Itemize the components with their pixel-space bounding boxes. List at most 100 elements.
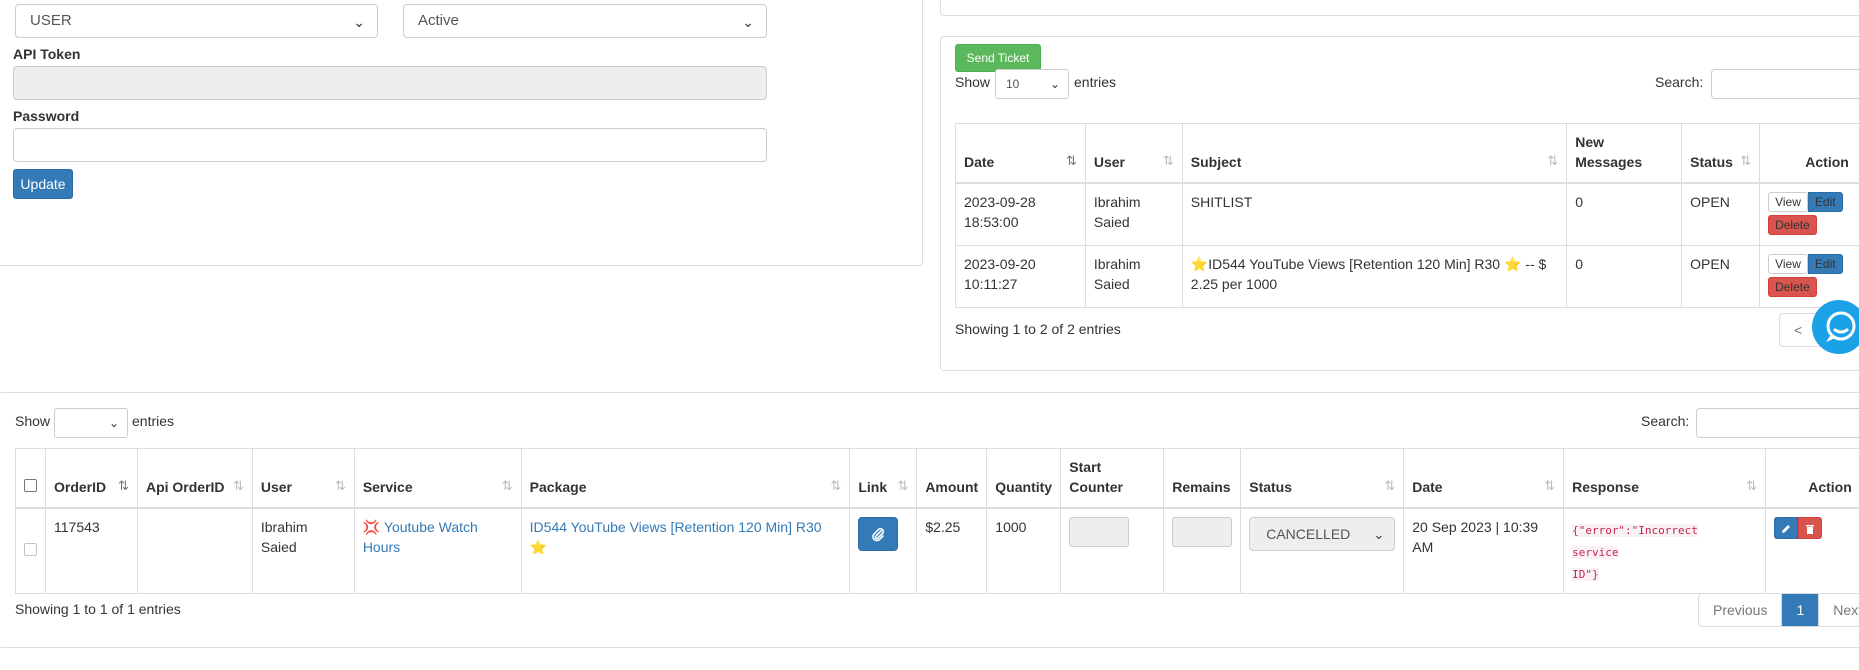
delete-button[interactable]: Delete	[1768, 215, 1817, 235]
entries-label: entries	[1074, 74, 1117, 90]
api-token-input[interactable]	[13, 66, 767, 100]
ticket-user: Ibrahim Saied	[1084, 244, 1183, 308]
order-quantity: 1000	[986, 507, 1062, 594]
api-order-id	[136, 507, 253, 594]
response-line: ID"}	[1572, 568, 1599, 581]
order-status-value: CANCELLED	[1266, 526, 1351, 542]
col-user[interactable]: User ⇅	[1084, 123, 1183, 184]
orders-page-1[interactable]: 1	[1782, 594, 1820, 626]
orders-panel: Show ⌄ entries Search: OrderID ⇅ Api Orde…	[0, 392, 1859, 648]
entries-label: entries	[132, 413, 175, 429]
api-token-label: API Token	[13, 46, 81, 62]
status-select[interactable]: Active ⌄	[403, 4, 767, 38]
paperclip-icon	[872, 528, 885, 542]
ticket-new-messages: 0	[1566, 244, 1683, 308]
pencil-icon	[1781, 525, 1790, 533]
select-all-checkbox[interactable]	[24, 479, 37, 492]
role-select[interactable]: USER ⌄	[15, 4, 378, 38]
top-right-panel-edge	[940, 0, 1859, 16]
status-select-value: Active	[418, 12, 459, 29]
sort-icon: ⇅	[1384, 478, 1396, 493]
order-status-cell: CANCELLED ⌄	[1240, 507, 1405, 594]
col-status[interactable]: Status ⇅	[1240, 448, 1405, 509]
tickets-search-label: Search:	[1655, 74, 1704, 90]
order-user: Ibrahim Saied	[251, 507, 355, 594]
col-date[interactable]: Date ⇅	[955, 123, 1086, 184]
delete-button[interactable]: Delete	[1768, 276, 1817, 297]
order-package: ID544 YouTube Views [Retention 120 Min] …	[520, 507, 851, 594]
send-ticket-button[interactable]: Send Ticket	[955, 44, 1041, 72]
chat-widget-button[interactable]	[1812, 300, 1859, 354]
chevron-down-icon: ⌄	[742, 14, 754, 30]
row-select-cell	[15, 507, 46, 594]
orders-prev-button[interactable]: Previous	[1699, 594, 1783, 626]
tickets-search-input[interactable]	[1711, 69, 1859, 99]
col-select-all	[15, 448, 46, 509]
edit-button[interactable]: Edit	[1807, 253, 1843, 274]
service-link[interactable]: Youtube Watch Hours	[363, 519, 478, 555]
col-date[interactable]: Date ⇅	[1403, 448, 1565, 509]
remains-input[interactable]	[1172, 517, 1233, 547]
ticket-subject: ⭐ID544 YouTube Views [Retention 120 Min]…	[1181, 244, 1568, 308]
order-date: 20 Sep 2023 | 10:39 AM	[1403, 507, 1565, 594]
order-status-select[interactable]: CANCELLED ⌄	[1249, 517, 1396, 551]
col-status[interactable]: Status ⇅	[1681, 123, 1761, 184]
edit-order-button[interactable]	[1773, 517, 1798, 539]
edit-button[interactable]: Edit	[1807, 192, 1843, 212]
col-response[interactable]: Response ⇅	[1563, 448, 1766, 509]
start-counter-input[interactable]	[1069, 517, 1130, 547]
tickets-prev-button[interactable]: <	[1780, 314, 1816, 346]
update-button[interactable]: Update	[13, 169, 73, 199]
ticket-actions: View Edit Delete	[1759, 244, 1859, 308]
col-orderid[interactable]: OrderID ⇅	[45, 448, 138, 509]
col-service[interactable]: Service ⇅	[353, 448, 522, 509]
anger-icon: 💢	[362, 519, 381, 535]
ticket-subject: SHITLIST	[1181, 182, 1568, 246]
sort-icon: ⇅	[1544, 478, 1556, 493]
col-remains[interactable]: Remains	[1163, 448, 1242, 509]
ticket-date: 2023-09-28 18:53:00	[955, 182, 1086, 246]
order-id: 117543	[45, 507, 138, 594]
show-label: Show	[15, 413, 51, 429]
orders-search-label: Search:	[1641, 413, 1690, 429]
view-button[interactable]: View	[1768, 192, 1808, 212]
password-input[interactable]	[13, 128, 767, 162]
star-icon: ⭐	[529, 539, 548, 555]
response-line: service	[1572, 546, 1619, 559]
row-checkbox[interactable]	[24, 543, 37, 556]
tickets-info: Showing 1 to 2 of 2 entries	[955, 321, 1121, 337]
tickets-length-select[interactable]: 10 ⌄	[995, 69, 1069, 99]
view-button[interactable]: View	[1768, 253, 1808, 274]
col-api-orderid[interactable]: Api OrderID ⇅	[136, 448, 253, 509]
orders-next-button[interactable]: Next	[1819, 594, 1859, 626]
package-link[interactable]: ID544 YouTube Views [Retention 120 Min] …	[530, 519, 822, 535]
col-action: Action	[1764, 448, 1859, 509]
ticket-status: OPEN	[1681, 182, 1761, 246]
tickets-panel: Send Ticket Show 10 ⌄ entries Search: Da…	[940, 36, 1859, 371]
ticket-user: Ibrahim Saied	[1084, 182, 1183, 246]
table-row: 2023-09-20 10:11:27 Ibrahim Saied ⭐ID544…	[955, 244, 1859, 308]
order-amount: $2.25	[916, 507, 988, 594]
col-quantity[interactable]: Quantity	[986, 448, 1062, 509]
sort-icon: ⇅	[830, 478, 842, 493]
orders-search-input[interactable]	[1696, 408, 1859, 438]
order-link-cell	[849, 507, 918, 594]
show-label: Show	[955, 74, 991, 90]
col-subject[interactable]: Subject ⇅	[1181, 123, 1568, 184]
ticket-status: OPEN	[1681, 244, 1761, 308]
col-user[interactable]: User ⇅	[251, 448, 355, 509]
sort-icon: ⇅	[897, 478, 909, 493]
col-new-messages[interactable]: New Messages	[1566, 123, 1683, 184]
password-label: Password	[13, 108, 80, 124]
open-link-button[interactable]	[858, 517, 899, 551]
col-package[interactable]: Package ⇅	[520, 448, 851, 509]
chevron-down-icon: ⌄	[1049, 77, 1060, 91]
col-link[interactable]: Link ⇅	[849, 448, 918, 509]
delete-order-button[interactable]	[1797, 517, 1822, 539]
orders-length-select[interactable]: ⌄	[54, 408, 128, 438]
sort-icon: ⇅	[334, 478, 346, 493]
sort-desc-icon: ⇅	[118, 478, 129, 493]
orders-pagination: Previous 1 Next	[1698, 593, 1859, 627]
col-start-counter[interactable]: Start Counter	[1060, 448, 1165, 509]
col-amount[interactable]: Amount	[916, 448, 988, 509]
